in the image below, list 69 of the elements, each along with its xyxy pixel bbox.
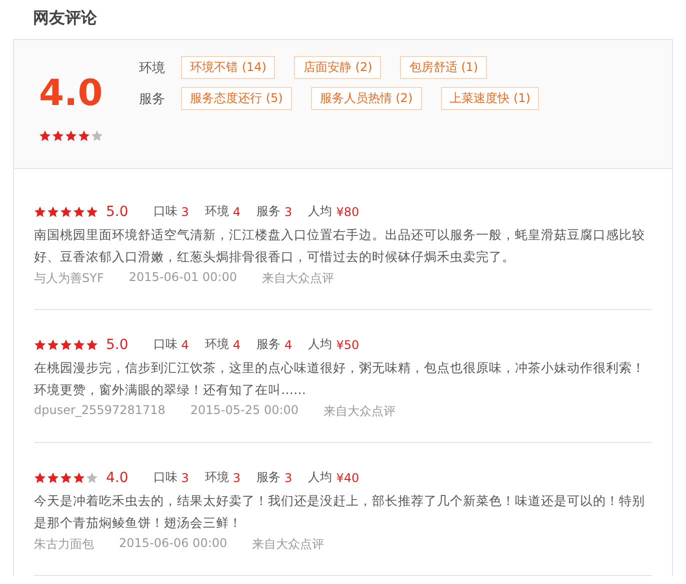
review-source: 来自大众点评 — [252, 536, 324, 553]
rating-value: 4 — [181, 338, 189, 352]
review-text: 今天是冲着吃禾虫去的，结果太好卖了！我们还是没赶上，部长推荐了几个新菜色！味道还是可以的！特别是那个青茄焖鲮鱼饼！翅汤会三鲜！ — [34, 492, 646, 532]
rating-label: 服务 — [256, 336, 281, 353]
rating-label: 人均 — [308, 469, 332, 486]
star-icon — [34, 338, 46, 350]
section-title: 网友评论 — [33, 8, 98, 29]
tag-group-label: 环境 — [139, 60, 166, 76]
review-source: 来自大众点评 — [324, 403, 396, 420]
review-tag[interactable]: 包房舒适 (1) — [400, 56, 488, 79]
review-tag[interactable]: 店面安静 (2) — [294, 56, 382, 79]
review-date: 2015-06-01 00:00 — [128, 270, 237, 286]
review-author: dpuser_25597281718 — [34, 403, 166, 419]
star-icon — [78, 130, 90, 142]
rating-label: 口味 — [153, 336, 178, 353]
rating-label: 服务 — [256, 203, 281, 220]
rating-value: 4 — [232, 338, 241, 352]
review-text: 在桃园漫步完，信步到汇江饮茶，这里的点心味道很好，粥无味精，包点也很原味，冲茶小妹动作很利索！环境更赞，窗外满眼的翠绿！还有知了在叫…… — [34, 359, 646, 399]
rating-value: 3 — [284, 470, 292, 484]
star-icon — [60, 338, 72, 350]
rating-label: 环境 — [204, 203, 229, 220]
rating-value: 3 — [181, 204, 189, 218]
rating-label: 人均 — [308, 203, 332, 220]
review-author: 朱古力面包 — [34, 536, 94, 553]
review-tag[interactable]: 上菜速度快 (1) — [440, 87, 540, 110]
rating-label: 人均 — [308, 336, 332, 353]
review-score: 5.0 — [106, 204, 128, 220]
review-tag[interactable]: 服务态度还行 (5) — [181, 87, 292, 110]
rating-value: ¥80 — [336, 204, 360, 218]
overall-score: 4.0 — [39, 76, 103, 112]
rating-label: 口味 — [153, 469, 178, 486]
rating-label: 环境 — [204, 336, 229, 353]
rating-value: 3 — [284, 204, 292, 218]
rating-value: ¥50 — [336, 338, 360, 352]
rating-value: 4 — [232, 204, 241, 218]
rating-label: 服务 — [256, 469, 281, 486]
star-icon — [73, 338, 85, 350]
star-icon — [86, 206, 98, 218]
review-score: 4.0 — [106, 470, 128, 486]
review-author: 与人为善SYF — [34, 270, 104, 287]
rating-value: ¥40 — [336, 470, 360, 484]
star-icon — [65, 130, 77, 142]
review-tag[interactable]: 服务人员热情 (2) — [310, 87, 422, 110]
review-date: 2015-05-25 00:00 — [190, 403, 299, 419]
star-icon — [47, 338, 59, 350]
star-icon — [39, 130, 51, 142]
rating-value: 3 — [232, 470, 241, 484]
star-icon — [91, 130, 103, 142]
star-icon — [52, 130, 64, 142]
rating-value: 4 — [284, 338, 292, 352]
review-text: 南国桃园里面环境舒适空气清新，汇江楼盘入口位置右手边。出品还可以服务一般，蚝皇滑菇豆腐口感比较好、豆香浓郁入口滑嫩，红葱头焗排骨很香口，可惜过去的时候砵仔焗禾虫卖完了。 — [34, 226, 646, 266]
tag-group-label: 服务 — [139, 90, 166, 108]
star-icon — [86, 338, 98, 350]
rating-value: 3 — [181, 470, 189, 484]
review-score: 5.0 — [106, 336, 128, 352]
star-icon — [47, 206, 59, 218]
review-tag[interactable]: 环境不错 (14) — [181, 56, 276, 79]
star-icon — [86, 472, 98, 484]
star-icon — [34, 472, 46, 484]
star-icon — [60, 206, 72, 218]
star-icon — [60, 472, 72, 484]
rating-label: 口味 — [153, 203, 178, 220]
review-date: 2015-06-06 00:00 — [119, 536, 228, 552]
star-icon — [73, 206, 85, 218]
rating-label: 环境 — [204, 469, 229, 486]
star-icon — [73, 472, 85, 484]
star-icon — [34, 206, 46, 218]
review-source: 来自大众点评 — [262, 270, 334, 287]
star-icon — [47, 472, 59, 484]
